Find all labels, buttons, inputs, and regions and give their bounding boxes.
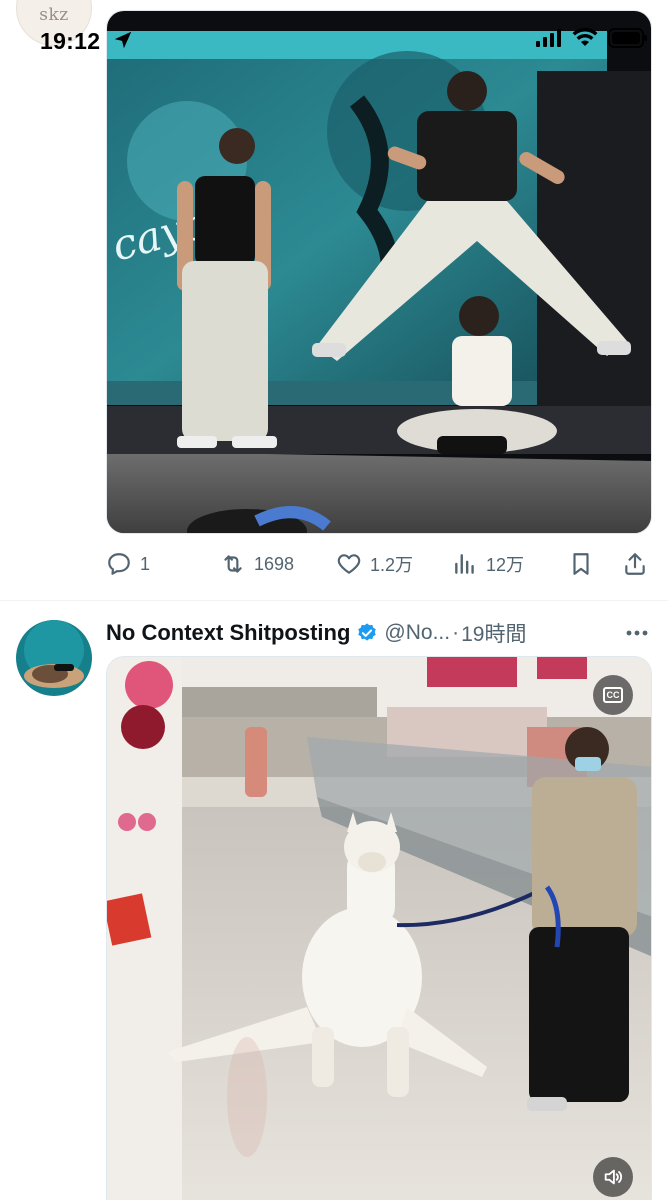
retweet-icon — [224, 555, 242, 573]
views-icon — [455, 554, 474, 574]
heart-icon — [337, 554, 361, 574]
avatar-image — [16, 620, 92, 696]
wifi-icon — [572, 28, 598, 46]
tweet-divider — [0, 600, 668, 601]
tweet-timestamp[interactable]: 19時間 — [461, 618, 526, 648]
retweet-count: 1698 — [254, 553, 295, 574]
header-separator: · — [452, 621, 460, 644]
bookmark-button[interactable] — [568, 548, 594, 580]
location-arrow-icon — [114, 31, 132, 49]
share-icon — [625, 553, 645, 575]
cellular-signal-icon — [536, 29, 561, 47]
status-bar: 19:12 — [0, 0, 668, 60]
retweet-button[interactable]: 1698 — [220, 548, 294, 580]
view-count: 12万 — [486, 555, 525, 575]
reply-icon — [108, 553, 130, 575]
bookmark-icon — [573, 553, 589, 575]
closed-captions-button[interactable]: CC — [593, 675, 633, 715]
more-icon[interactable] — [622, 618, 652, 648]
avatar[interactable] — [16, 620, 92, 696]
verified-badge-icon — [358, 623, 377, 641]
like-button[interactable]: 1.2万 — [336, 548, 413, 580]
tweet-photo[interactable]: cayon — [106, 10, 652, 534]
volume-icon — [604, 1169, 623, 1185]
author-name[interactable]: No Context Shitposting — [106, 620, 350, 646]
views-button[interactable]: 12万 — [452, 548, 524, 580]
status-time: 19:12 — [40, 28, 101, 54]
concert-photo-image: cayon — [107, 11, 651, 533]
tweet-header: No Context Shitposting @No... · 19時間 — [106, 618, 652, 648]
alpaca-video-frame — [107, 657, 651, 1200]
share-button[interactable] — [622, 548, 648, 580]
reply-button[interactable]: 1 — [106, 548, 150, 580]
tweet-action-bar: 1 1698 1.2万 12万 — [106, 548, 652, 580]
battery-icon — [608, 28, 647, 48]
author-handle[interactable]: @No... — [384, 621, 450, 645]
volume-button[interactable] — [593, 1157, 633, 1197]
status-icons — [536, 28, 648, 48]
closed-captions-icon: CC — [603, 687, 623, 703]
tweet-video[interactable]: CC — [106, 656, 652, 1200]
reply-count: 1 — [140, 553, 151, 574]
like-count: 1.2万 — [370, 555, 414, 575]
